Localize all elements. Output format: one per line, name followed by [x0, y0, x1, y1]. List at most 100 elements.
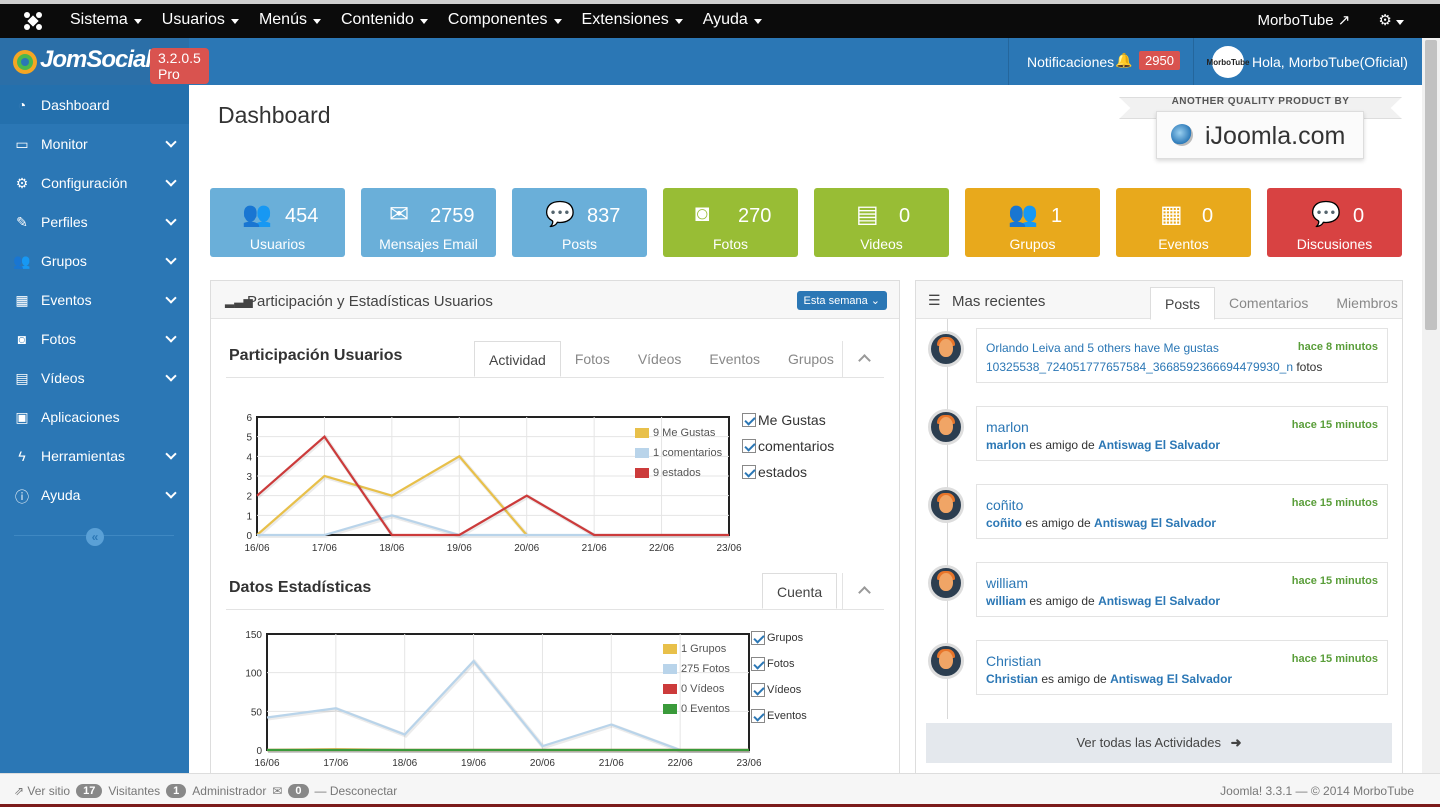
tab-miembros[interactable]: Miembros: [1322, 287, 1411, 320]
menu-usuarios[interactable]: Usuarios: [152, 4, 249, 38]
tab-videos[interactable]: Vídeos: [624, 341, 696, 377]
actor-link[interactable]: coñito: [986, 516, 1022, 530]
checkbox[interactable]: [742, 465, 756, 479]
checkbox[interactable]: [742, 413, 756, 427]
sidebar-item-label: Eventos: [41, 291, 92, 308]
stat-discusiones[interactable]: 💬 0 Discusiones: [1267, 188, 1402, 257]
activity-item: Christian hace 15 minutos Christian es a…: [976, 640, 1388, 695]
menu-contenido[interactable]: Contenido: [331, 4, 438, 38]
sidebar-item-videos[interactable]: ▤ Vídeos: [0, 358, 189, 397]
top-menu: Sistema Usuarios Menús Contenido Compone…: [60, 4, 772, 38]
logout-link[interactable]: — Desconectar: [315, 784, 398, 798]
sidebar-item-fotos[interactable]: ◙ Fotos: [0, 319, 189, 358]
tab-grupos[interactable]: Grupos: [774, 341, 848, 377]
actor-link[interactable]: william: [986, 594, 1026, 608]
chevron-down-icon: [165, 331, 177, 343]
sidebar-item-grupos[interactable]: 👥 Grupos: [0, 241, 189, 280]
checkbox[interactable]: [751, 657, 765, 671]
user-menu[interactable]: MorboTube Hola, MorboTube(Oficial): [1207, 46, 1408, 78]
scrollbar-thumb[interactable]: [1425, 40, 1437, 330]
menu-menus[interactable]: Menús: [249, 4, 331, 38]
tab-fotos[interactable]: Fotos: [561, 341, 624, 377]
avatar[interactable]: [928, 487, 964, 523]
tab-actividad[interactable]: Actividad: [474, 341, 561, 377]
sidebar-item-monitor[interactable]: ▭ Monitor: [0, 124, 189, 163]
stat-usuarios[interactable]: 👥 454 Usuarios: [210, 188, 345, 257]
joomla-logo-icon[interactable]: [22, 10, 44, 32]
collapse-section-icon[interactable]: [842, 341, 884, 377]
activity-verb: es amigo de: [1022, 516, 1095, 530]
collapse-sidebar-icon[interactable]: «: [86, 528, 104, 546]
check-me-gustas[interactable]: Me Gustas: [742, 407, 834, 433]
check-label: Vídeos: [767, 684, 802, 696]
avatar[interactable]: [928, 643, 964, 679]
menu-componentes[interactable]: Componentes: [438, 4, 572, 38]
sidebar-item-aplicaciones[interactable]: ▣ Aplicaciones: [0, 397, 189, 436]
legend-item: 9 Me Gustas: [635, 423, 722, 443]
avatar[interactable]: [928, 565, 964, 601]
target-link[interactable]: Antiswag El Salvador: [1094, 516, 1216, 530]
check-estados[interactable]: estados: [742, 459, 834, 485]
tab-comentarios[interactable]: Comentarios: [1215, 287, 1322, 320]
stat-posts[interactable]: 💬 837 Posts: [512, 188, 647, 257]
collapse-section-icon[interactable]: [842, 573, 884, 609]
actor-link[interactable]: Christian: [986, 653, 1041, 669]
avatar[interactable]: [928, 409, 964, 445]
menu-ayuda[interactable]: Ayuda: [693, 4, 772, 38]
tab-cuenta[interactable]: Cuenta: [762, 573, 838, 609]
list-icon: ☰: [928, 292, 941, 308]
message-count[interactable]: 0: [288, 784, 309, 798]
stat-fotos[interactable]: ◙ 270 Fotos: [663, 188, 798, 257]
settings-menu[interactable]: ⚙: [1378, 11, 1404, 29]
actor-link[interactable]: marlon: [986, 438, 1026, 452]
legend-label: 9 Me Gustas: [653, 427, 716, 439]
check-videos[interactable]: Vídeos: [751, 677, 807, 703]
sidebar-item-eventos[interactable]: ▦ Eventos: [0, 280, 189, 319]
sidebar-item-herramientas[interactable]: ϟ Herramientas: [0, 436, 189, 475]
sidebar-item-dashboard[interactable]: ◔ Dashboard: [0, 85, 189, 124]
actor-link[interactable]: Christian: [986, 672, 1038, 686]
stat-videos[interactable]: ▤ 0 Videos: [814, 188, 949, 257]
view-site-link[interactable]: ⇗ Ver sitio: [14, 784, 70, 798]
check-fotos[interactable]: Fotos: [751, 651, 807, 677]
sidebar-item-ayuda[interactable]: ⓘ Ayuda: [0, 475, 189, 514]
menu-extensiones[interactable]: Extensiones: [572, 4, 693, 38]
actor-link[interactable]: william: [986, 575, 1028, 591]
check-comentarios[interactable]: comentarios: [742, 433, 834, 459]
site-link[interactable]: MorboTube ↗: [1257, 11, 1350, 29]
x-tick-label: 17/06: [312, 543, 337, 554]
page-scrollbar[interactable]: [1422, 38, 1440, 773]
checkbox[interactable]: [742, 439, 756, 453]
period-dropdown[interactable]: Esta semana ⌄: [796, 291, 887, 310]
actor-link[interactable]: marlon: [986, 419, 1029, 435]
stats-tabs: Cuenta: [762, 573, 838, 609]
target-link[interactable]: Antiswag El Salvador: [1098, 594, 1220, 608]
notifications[interactable]: Notificaciones 🔔 2950: [1008, 38, 1194, 85]
activity-desc: william es amigo de Antiswag El Salvador: [986, 594, 1220, 608]
sidebar-item-configuracion[interactable]: ⚙ Configuración: [0, 163, 189, 202]
view-all-activities-button[interactable]: Ver todas las Actividades ➜: [926, 723, 1392, 763]
ijoomla-badge[interactable]: ANOTHER QUALITY PRODUCT BY iJoomla.com: [1119, 96, 1402, 161]
menu-sistema[interactable]: Sistema: [60, 4, 152, 38]
actor-link[interactable]: coñito: [986, 497, 1023, 513]
check-eventos[interactable]: Eventos: [751, 703, 807, 729]
stat-eventos[interactable]: ▦ 0 Eventos: [1116, 188, 1251, 257]
checkbox[interactable]: [751, 683, 765, 697]
dashboard-icon: ◔: [17, 96, 27, 113]
stat-mensajes[interactable]: ✉ 2759 Mensajes Email: [361, 188, 496, 257]
chevron-down-icon: [165, 175, 177, 187]
target-link[interactable]: Antiswag El Salvador: [1110, 672, 1232, 686]
avatar[interactable]: [928, 331, 964, 367]
sidebar-item-perfiles[interactable]: ✎ Perfiles: [0, 202, 189, 241]
stat-label: Usuarios: [249, 236, 306, 252]
photo-link[interactable]: 10325538_724051777657584_366859236669447…: [986, 360, 1293, 374]
actor-link[interactable]: Orlando Leiva: [986, 341, 1061, 355]
checkbox[interactable]: [751, 709, 765, 723]
tab-posts[interactable]: Posts: [1150, 287, 1216, 320]
stat-grupos[interactable]: 👥 1 Grupos: [965, 188, 1100, 257]
check-grupos[interactable]: Grupos: [751, 625, 807, 651]
tab-eventos[interactable]: Eventos: [695, 341, 774, 377]
legend-swatch: [635, 468, 649, 478]
checkbox[interactable]: [751, 631, 765, 645]
target-link[interactable]: Antiswag El Salvador: [1098, 438, 1220, 452]
